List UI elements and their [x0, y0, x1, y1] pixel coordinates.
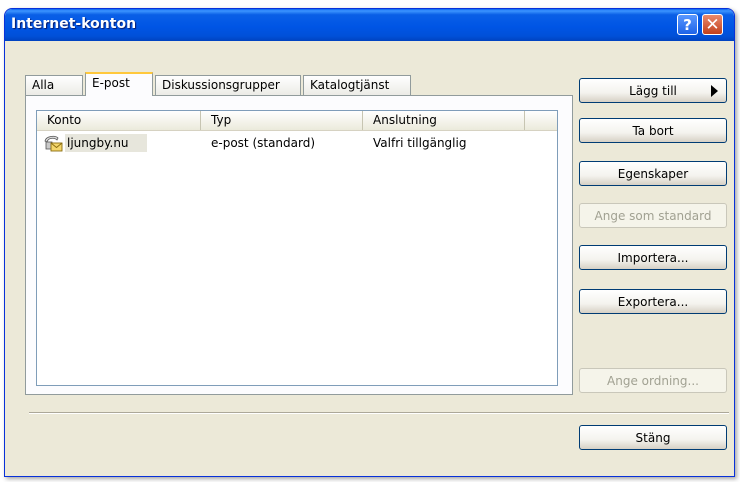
set-default-button[interactable]: Ange som standard	[579, 203, 727, 228]
accounts-list[interactable]: Konto Typ Anslutning ljungby.nu e-post (…	[36, 110, 558, 386]
remove-button[interactable]: Ta bort	[579, 118, 727, 143]
add-button-label: Lägg till	[629, 83, 677, 98]
account-name: ljungby.nu	[67, 136, 129, 150]
import-button[interactable]: Importera...	[579, 245, 727, 270]
account-type: e-post (standard)	[211, 136, 316, 150]
set-default-button-label: Ange som standard	[594, 208, 712, 223]
tab-email[interactable]: E-post	[85, 72, 153, 96]
column-header-type[interactable]: Typ	[201, 111, 363, 130]
column-header-account[interactable]: Konto	[37, 111, 201, 130]
properties-button[interactable]: Egenskaper	[579, 161, 727, 186]
column-header-connection[interactable]: Anslutning	[363, 111, 525, 130]
set-order-button[interactable]: Ange ordning...	[579, 368, 727, 393]
mail-account-icon	[43, 134, 63, 152]
list-header: Konto Typ Anslutning	[37, 111, 557, 131]
window-title: Internet-konton	[11, 16, 137, 32]
table-row[interactable]: ljungby.nu e-post (standard) Valfri till…	[37, 133, 557, 153]
add-button[interactable]: Lägg till	[579, 78, 727, 103]
tab-all[interactable]: Alla	[25, 75, 83, 95]
export-button-label: Exportera...	[617, 294, 689, 309]
submenu-arrow-icon	[711, 85, 718, 97]
tab-newsgroups[interactable]: Diskussionsgrupper	[155, 75, 301, 95]
export-button[interactable]: Exportera...	[579, 289, 727, 314]
account-connection: Valfri tillgänglig	[373, 136, 467, 150]
divider	[29, 412, 729, 414]
close-window-button[interactable]: ✕	[702, 14, 723, 35]
close-button-label: Stäng	[635, 430, 671, 445]
import-button-label: Importera...	[617, 250, 689, 265]
title-bar[interactable]: Internet-konton ? ✕	[5, 9, 734, 41]
tab-directory-service[interactable]: Katalogtjänst	[303, 75, 411, 95]
help-button[interactable]: ?	[677, 14, 698, 35]
close-button[interactable]: Stäng	[579, 425, 727, 450]
close-icon: ✕	[705, 14, 720, 35]
tab-panel: Konto Typ Anslutning ljungby.nu e-post (…	[25, 95, 573, 395]
remove-button-label: Ta bort	[632, 123, 674, 138]
help-icon: ?	[683, 15, 692, 34]
set-order-button-label: Ange ordning...	[607, 373, 699, 388]
properties-button-label: Egenskaper	[617, 166, 689, 181]
internet-accounts-dialog: Internet-konton ? ✕ Alla E-post Diskussi…	[4, 8, 735, 477]
